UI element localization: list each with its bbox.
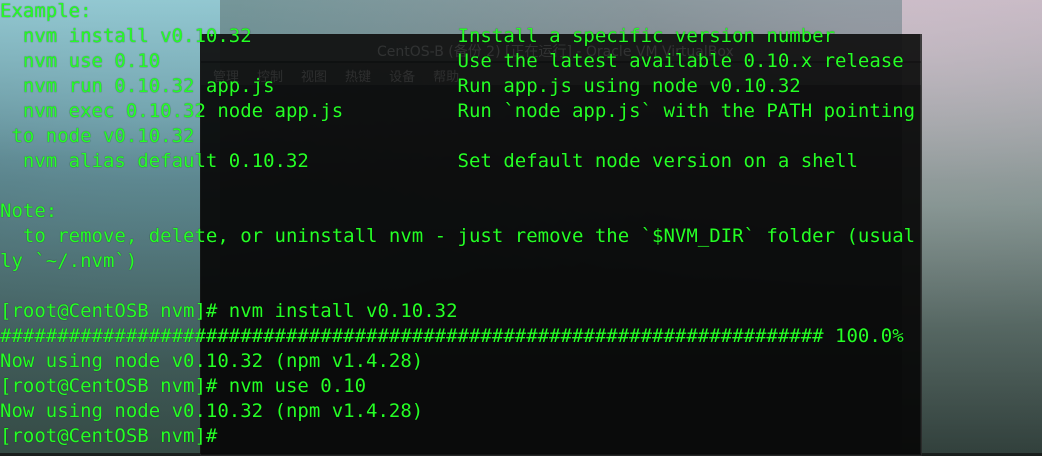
terminal-line-1: Example: <box>0 0 92 22</box>
terminal-line-2: nvm install v0.10.32 Install a specific … <box>0 25 836 47</box>
terminal-line-7: nvm alias default 0.10.32 Set default no… <box>0 150 858 172</box>
terminal-line-16: [root@CentOSB nvm]# nvm use 0.10 <box>0 375 367 397</box>
terminal-line-18: [root@CentOSB nvm]# <box>0 425 218 447</box>
terminal-line-10: to remove, delete, or uninstall nvm - ju… <box>0 225 916 247</box>
terminal-line-13: [root@CentOSB nvm]# nvm install v0.10.32 <box>0 300 458 322</box>
terminal-line-9: Note: <box>0 200 58 222</box>
terminal-line-3: nvm use 0.10 Use the latest available 0.… <box>0 50 904 72</box>
terminal-line-15: Now using node v0.10.32 (npm v1.4.28) <box>0 350 424 372</box>
terminal-line-17: Now using node v0.10.32 (npm v1.4.28) <box>0 400 424 422</box>
terminal-line-11: ly `~/.nvm`) <box>0 250 138 272</box>
terminal-output: Example: nvm install v0.10.32 Install a … <box>0 0 1042 453</box>
terminal-line-14: ########################################… <box>0 325 904 347</box>
terminal-line-6: to node v0.10.32 <box>0 125 195 147</box>
terminal-line-5: nvm exec 0.10.32 node app.js Run `node a… <box>0 100 916 122</box>
terminal-line-4: nvm run 0.10.32 app.js Run app.js using … <box>0 75 801 97</box>
terminal[interactable]: Example: nvm install v0.10.32 Install a … <box>0 0 1042 453</box>
